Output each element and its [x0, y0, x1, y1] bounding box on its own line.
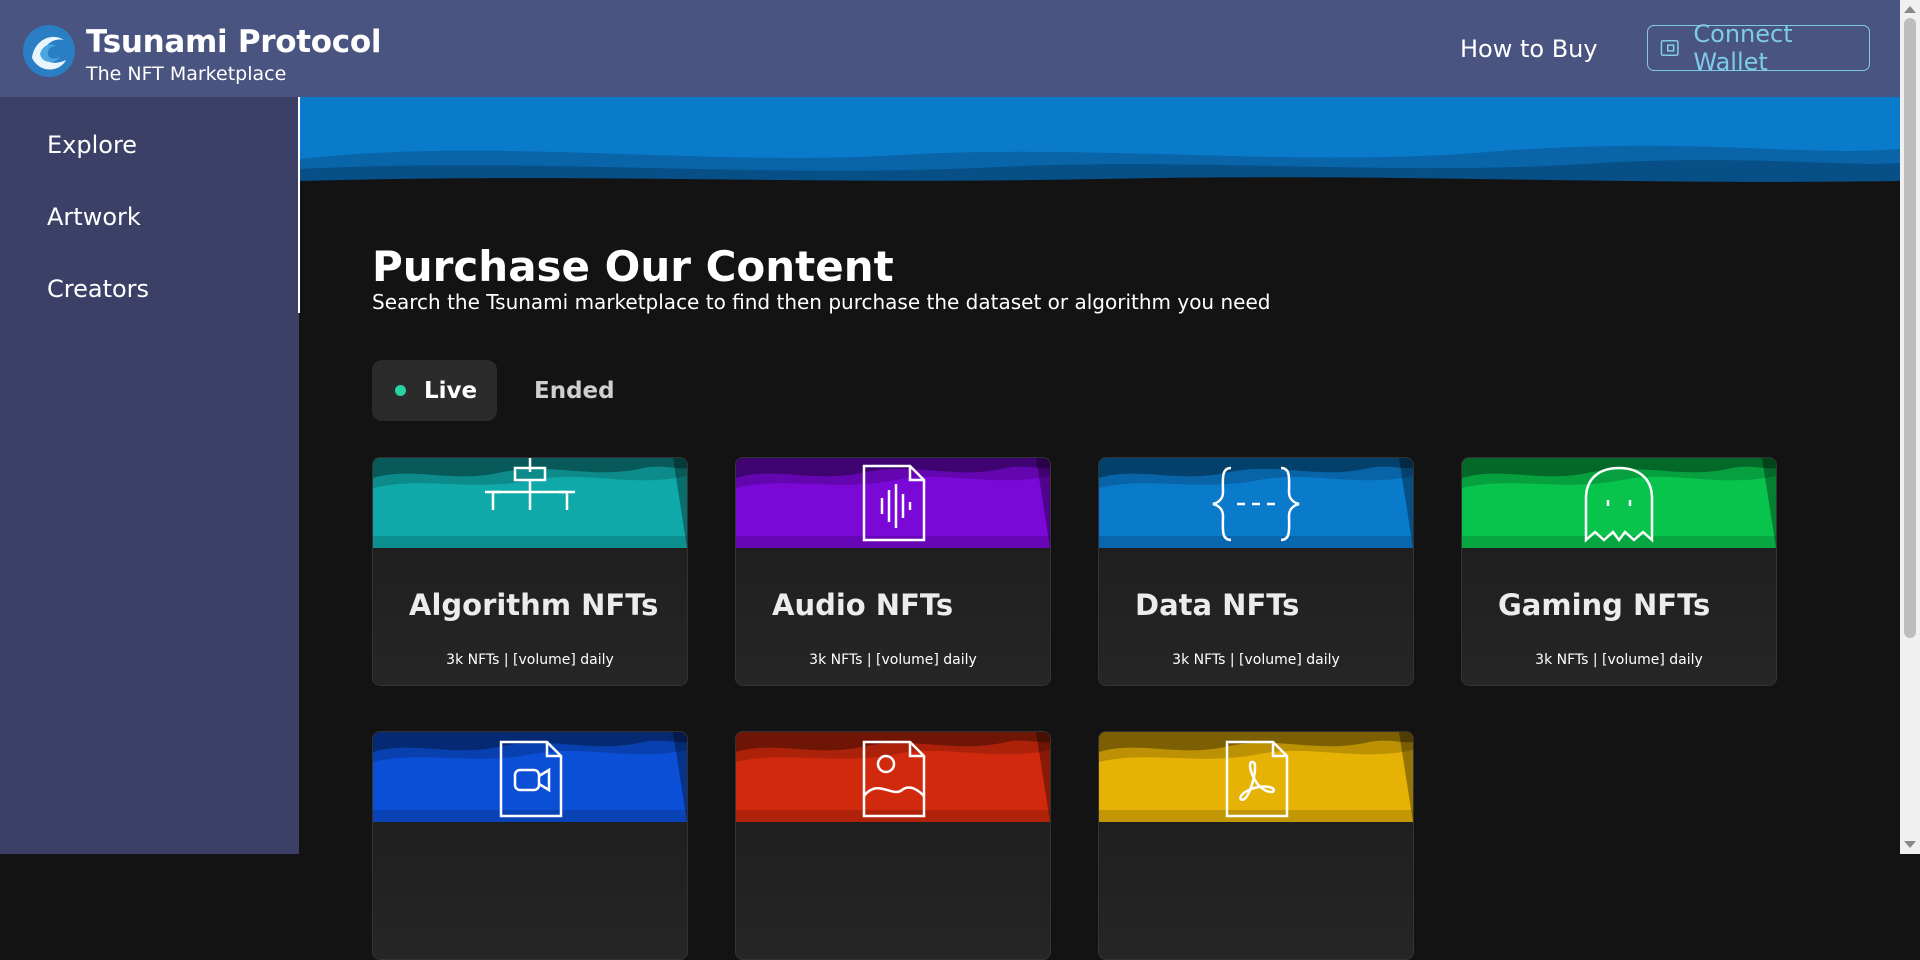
card-title: Audio NFTs — [772, 588, 954, 622]
category-card[interactable]: Algorithm NFTs 3k NFTs | [volume] daily — [372, 457, 688, 686]
card-title: Algorithm NFTs — [409, 588, 659, 622]
card-body — [1099, 822, 1413, 959]
scroll-up-arrow-icon[interactable] — [1904, 6, 1916, 13]
card-title: Data NFTs — [1135, 588, 1300, 622]
card-banner — [373, 732, 687, 822]
sidebar-item-creators[interactable]: Creators — [47, 275, 149, 303]
card-body — [736, 822, 1050, 959]
brand-title[interactable]: Tsunami Protocol — [86, 24, 381, 60]
sidebar-item-explore[interactable]: Explore — [47, 131, 137, 159]
category-card[interactable] — [1098, 731, 1414, 960]
category-card[interactable] — [372, 731, 688, 960]
how-to-buy-link[interactable]: How to Buy — [1460, 35, 1598, 63]
tsunami-logo-icon[interactable] — [22, 24, 76, 78]
category-card[interactable]: Data NFTs 3k NFTs | [volume] daily — [1098, 457, 1414, 686]
card-body: Gaming NFTs 3k NFTs | [volume] daily — [1462, 548, 1776, 685]
card-body — [373, 822, 687, 959]
sidebar — [0, 97, 299, 854]
scrollbar[interactable] — [1900, 0, 1920, 854]
connect-wallet-label: Connect Wallet — [1693, 20, 1793, 76]
sidebar-item-artwork[interactable]: Artwork — [47, 203, 141, 231]
tab-ended[interactable]: Ended — [534, 378, 615, 404]
category-card[interactable] — [735, 731, 1051, 960]
card-title: Gaming NFTs — [1498, 588, 1711, 622]
card-meta: 3k NFTs | [volume] daily — [1172, 652, 1340, 668]
card-meta: 3k NFTs | [volume] daily — [1535, 652, 1703, 668]
card-banner — [1462, 458, 1776, 548]
scroll-down-arrow-icon[interactable] — [1904, 841, 1916, 848]
wave-banner — [300, 97, 1900, 187]
card-banner — [1099, 732, 1413, 822]
card-banner — [736, 458, 1050, 548]
card-body: Audio NFTs 3k NFTs | [volume] daily — [736, 548, 1050, 685]
category-card[interactable]: Audio NFTs 3k NFTs | [volume] daily — [735, 457, 1051, 686]
brand-subtitle: The NFT Marketplace — [86, 63, 287, 85]
tab-live-label: Live — [424, 377, 478, 404]
card-body: Algorithm NFTs 3k NFTs | [volume] daily — [373, 548, 687, 685]
scroll-thumb[interactable] — [1904, 18, 1916, 638]
page-title: Purchase Our Content — [372, 242, 894, 291]
tab-live[interactable]: Live — [372, 360, 497, 421]
card-meta: 3k NFTs | [volume] daily — [446, 652, 614, 668]
category-card[interactable]: Gaming NFTs 3k NFTs | [volume] daily — [1461, 457, 1777, 686]
card-meta: 3k NFTs | [volume] daily — [809, 652, 977, 668]
top-header: Tsunami Protocol The NFT Marketplace How… — [0, 0, 1900, 97]
card-banner — [373, 458, 687, 548]
live-status-dot-icon — [395, 385, 406, 396]
card-banner — [1099, 458, 1413, 548]
card-body: Data NFTs 3k NFTs | [volume] daily — [1099, 548, 1413, 685]
page-subtitle: Search the Tsunami marketplace to find t… — [372, 290, 1271, 314]
wallet-icon — [1660, 39, 1679, 57]
card-banner — [736, 732, 1050, 822]
connect-wallet-button[interactable]: Connect Wallet — [1647, 20, 1870, 76]
